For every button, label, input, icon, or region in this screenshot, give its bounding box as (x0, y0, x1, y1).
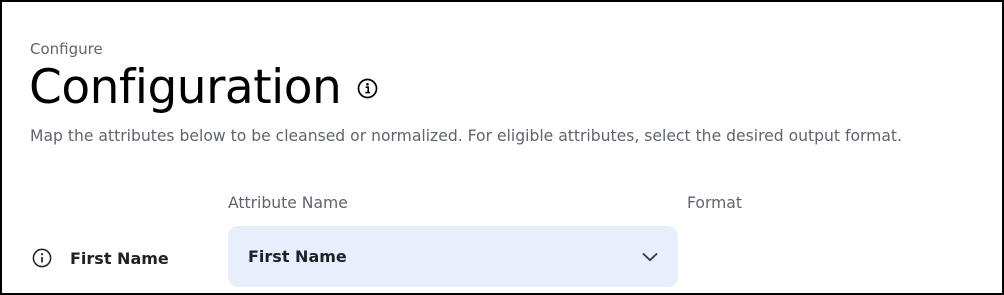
chevron-down-icon (640, 247, 660, 267)
page-title: Configuration (29, 60, 342, 115)
attribute-label: First Name (70, 248, 169, 268)
info-icon[interactable] (32, 248, 52, 268)
breadcrumb[interactable]: Configure (30, 39, 103, 59)
attribute-name-select[interactable]: First Name (228, 226, 678, 287)
title-row: Configuration (29, 58, 378, 118)
attribute-name-select-value: First Name (248, 247, 347, 266)
column-header-format: Format (687, 194, 742, 212)
page-description: Map the attributes below to be cleansed … (30, 127, 902, 145)
column-header-attribute-name: Attribute Name (228, 194, 348, 212)
attribute-row-label: First Name (32, 246, 169, 270)
info-icon[interactable] (357, 78, 378, 99)
configuration-panel: Configure Configuration Map the attribut… (0, 0, 1004, 295)
